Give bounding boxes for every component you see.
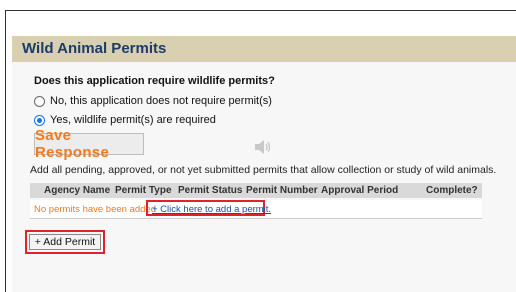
- col-permit-status: Permit Status: [178, 185, 243, 196]
- speaker-icon: [255, 140, 271, 154]
- option-yes-label: Yes, wildlife permit(s) are required: [50, 114, 216, 126]
- option-no-label: No, this application does not require pe…: [50, 95, 272, 107]
- add-permit-button[interactable]: + Add Permit: [29, 234, 101, 250]
- option-yes-permits[interactable]: Yes, wildlife permit(s) are required: [34, 114, 216, 126]
- col-permit-number: Permit Number: [246, 185, 318, 196]
- radio-no-permits[interactable]: [34, 95, 45, 107]
- section-title: Wild Animal Permits: [22, 40, 167, 57]
- add-permit-link[interactable]: + Click here to add a permit.: [152, 204, 271, 215]
- no-permits-message: No permits have been added: [34, 204, 156, 215]
- col-agency-name: Agency Name: [44, 185, 111, 196]
- radio-yes-permits[interactable]: [34, 114, 45, 126]
- col-complete: Complete?: [426, 185, 478, 196]
- option-no-permits[interactable]: No, this application does not require pe…: [34, 95, 272, 107]
- col-approval-period: Approval Period: [321, 185, 399, 196]
- save-response-button[interactable]: Save Response: [34, 127, 144, 161]
- instructions-text: Add all pending, approved, or not yet su…: [30, 164, 497, 176]
- section-header: Wild Animal Permits: [12, 36, 516, 63]
- permit-question: Does this application require wildlife p…: [34, 75, 275, 87]
- col-permit-type: Permit Type: [115, 185, 172, 196]
- permits-table-header: Agency Name Permit Type Permit Status Pe…: [30, 183, 482, 198]
